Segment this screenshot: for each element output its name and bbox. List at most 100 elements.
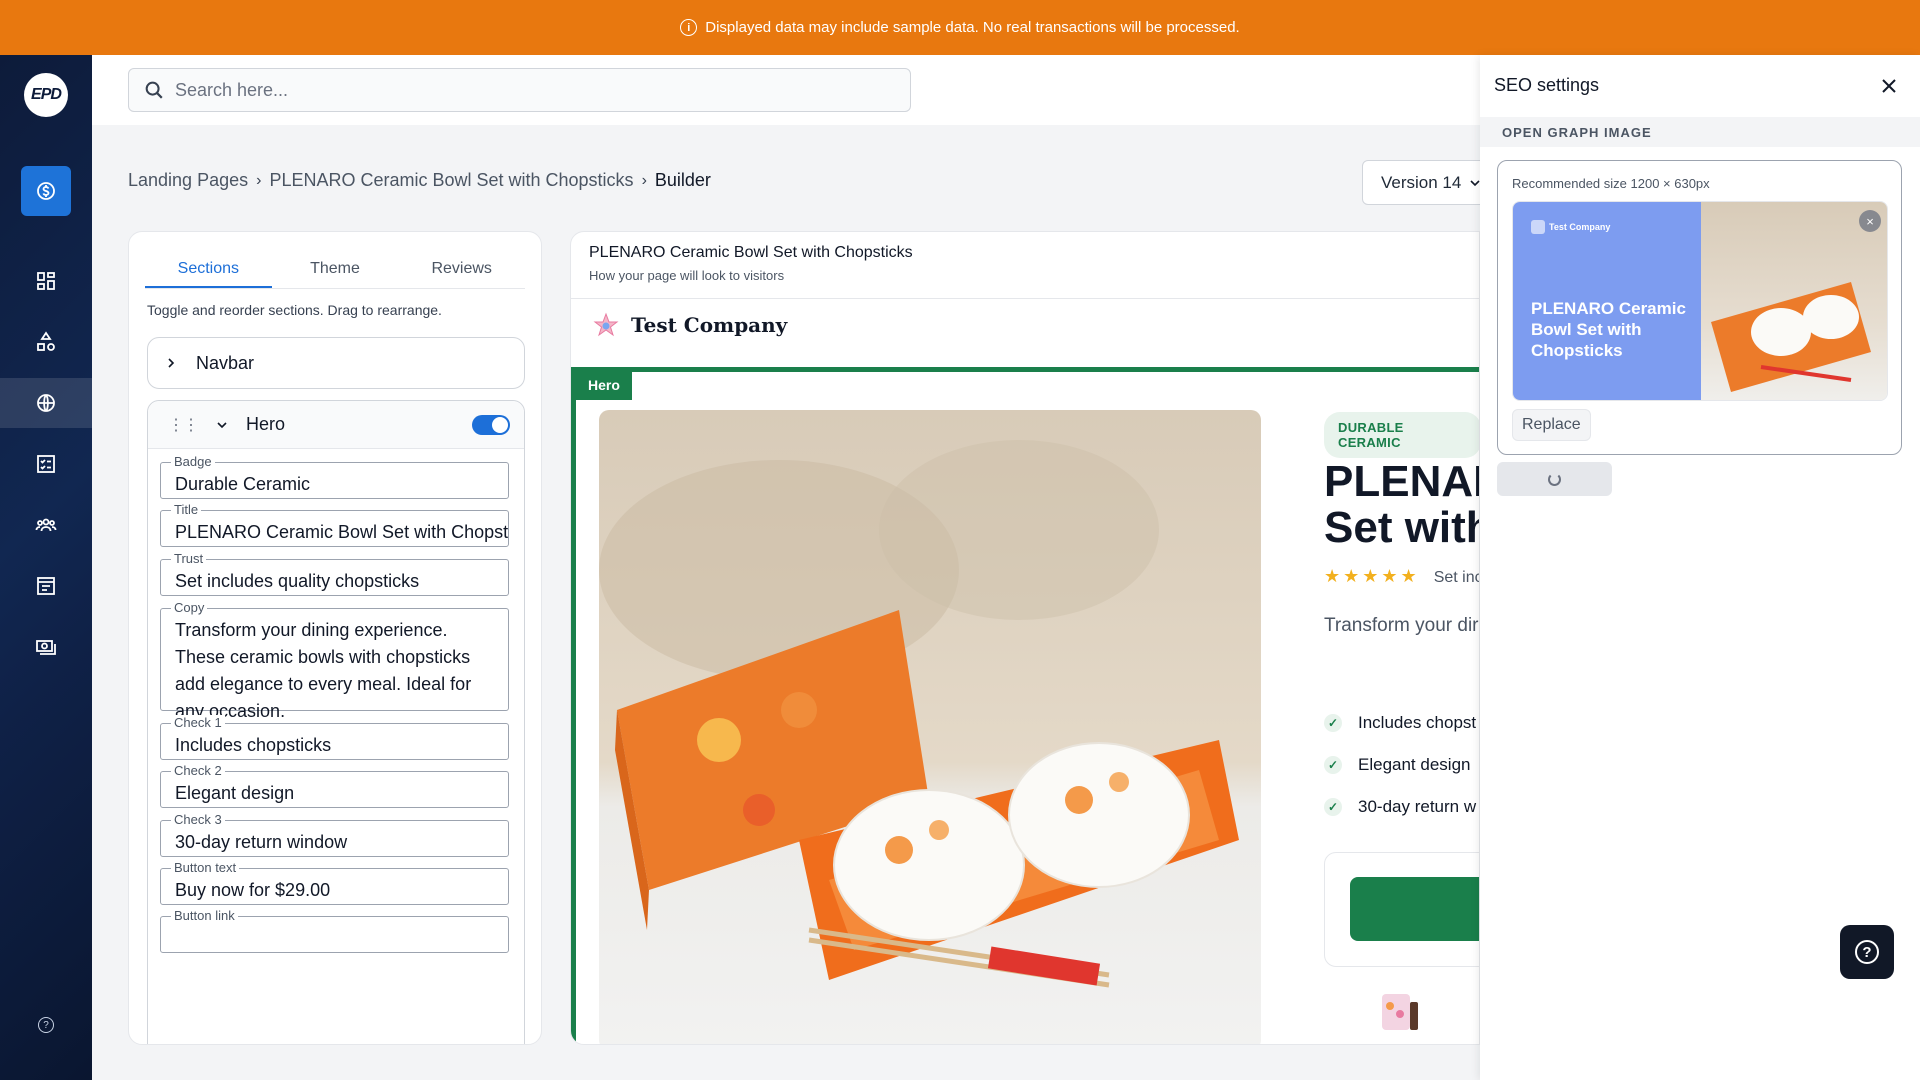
remove-image-icon[interactable]: × bbox=[1859, 210, 1881, 232]
check3-field[interactable]: Check 3 30-day return window bbox=[160, 812, 509, 857]
check-list: ✓ Includes chopst ✓ Elegant design ✓ 30-day… bbox=[1324, 702, 1476, 828]
dollar-icon[interactable] bbox=[21, 166, 71, 216]
og-title: PLENARO Ceramic Bowl Set with Chopsticks bbox=[1531, 299, 1686, 360]
chevron-down-icon[interactable] bbox=[216, 420, 228, 430]
og-size-hint: Recommended size 1200 × 630px bbox=[1512, 176, 1710, 191]
chevron-right-icon: › bbox=[641, 171, 647, 189]
title-field[interactable]: Title PLENARO Ceramic Bowl Set with Chop… bbox=[160, 502, 509, 547]
breadcrumb-page[interactable]: PLENARO Ceramic Bowl Set with Chopsticks bbox=[269, 170, 633, 191]
field-label: Title bbox=[171, 502, 202, 517]
dashboard-icon[interactable] bbox=[21, 256, 71, 306]
trust-field[interactable]: Trust Set includes quality chopsticks bbox=[160, 551, 509, 596]
field-value[interactable]: PLENARO Ceramic Bowl Set with Chopsticks bbox=[161, 511, 508, 543]
hero-heading-line: Set with bbox=[1324, 503, 1480, 552]
breadcrumb: Landing Pages › PLENARO Ceramic Bowl Set… bbox=[128, 170, 711, 191]
brand-name: Test Company bbox=[631, 313, 788, 337]
badge-pill: DURABLE CERAMIC bbox=[1324, 412, 1479, 458]
drag-handle-icon[interactable]: ⋮⋮ bbox=[168, 415, 199, 435]
field-value[interactable]: Transform your dining experience. These … bbox=[161, 609, 508, 725]
app-logo[interactable]: EPD bbox=[24, 73, 68, 117]
search-icon bbox=[145, 81, 163, 99]
check-icon: ✓ bbox=[1324, 714, 1342, 732]
sections-editor-panel: Sections Theme Reviews Toggle and reorde… bbox=[128, 231, 542, 1045]
product-thumbnail[interactable] bbox=[1376, 984, 1428, 1036]
check-item: ✓ Includes chopst bbox=[1324, 702, 1476, 744]
field-label: Check 3 bbox=[171, 812, 225, 827]
preview-title: PLENARO Ceramic Bowl Set with Chopsticks bbox=[589, 244, 913, 261]
hero-heading: PLENAR Set with bbox=[1324, 457, 1480, 552]
spinner-icon bbox=[1548, 472, 1561, 486]
help-circle-icon[interactable]: ? bbox=[38, 1017, 54, 1033]
og-image-photo: × bbox=[1701, 202, 1887, 400]
button-text-field[interactable]: Button text Buy now for $29.00 bbox=[160, 860, 509, 905]
check-icon: ✓ bbox=[1324, 756, 1342, 774]
help-button[interactable]: ? bbox=[1840, 925, 1894, 979]
tab-theme[interactable]: Theme bbox=[272, 248, 399, 288]
close-icon[interactable] bbox=[1874, 71, 1904, 101]
product-image bbox=[599, 410, 1261, 1044]
drawer-title: SEO settings bbox=[1494, 75, 1600, 95]
version-select[interactable]: Version 14 bbox=[1362, 160, 1492, 205]
search-box[interactable] bbox=[128, 68, 911, 112]
trust-text: Set incl bbox=[1433, 569, 1479, 586]
page-preview-panel: PLENARO Ceramic Bowl Set with Chopsticks… bbox=[570, 231, 1480, 1045]
og-section-header: OPEN GRAPH IMAGE bbox=[1480, 117, 1920, 147]
sample-data-banner: i Displayed data may include sample data… bbox=[0, 0, 1920, 55]
button-link-field[interactable]: Button link bbox=[160, 908, 509, 953]
check-item: ✓ Elegant design bbox=[1324, 744, 1476, 786]
badge-field[interactable]: Badge Durable Ceramic bbox=[160, 454, 509, 499]
field-label: Badge bbox=[171, 454, 215, 469]
check-text: 30-day return w bbox=[1358, 797, 1477, 816]
editor-hint: Toggle and reorder sections. Drag to rea… bbox=[147, 302, 442, 318]
section-tag: Hero bbox=[576, 372, 632, 400]
shapes-icon[interactable] bbox=[21, 317, 71, 367]
breadcrumb-builder: Builder bbox=[654, 170, 711, 190]
buy-box bbox=[1324, 852, 1479, 967]
chevron-right-icon: › bbox=[256, 171, 262, 189]
hero-section-header[interactable]: ⋮⋮ Hero bbox=[148, 401, 524, 449]
hero-heading-line: PLENAR bbox=[1324, 457, 1479, 506]
navbar-section-card[interactable]: Navbar bbox=[147, 337, 525, 389]
left-nav-rail: EPD ? bbox=[0, 55, 92, 1080]
editor-tabs: Sections Theme Reviews bbox=[145, 248, 525, 289]
help-icon: ? bbox=[1855, 940, 1879, 964]
hero-copy: Transform your dir chopsticks add ele bbox=[1324, 615, 1479, 636]
document-icon[interactable] bbox=[21, 561, 71, 611]
copy-field[interactable]: Copy Transform your dining experience. T… bbox=[160, 600, 509, 721]
hero-visibility-toggle[interactable] bbox=[472, 415, 510, 435]
check-item: ✓ 30-day return w bbox=[1324, 786, 1476, 828]
checklist-icon[interactable] bbox=[21, 439, 71, 489]
field-label: Button text bbox=[171, 860, 240, 875]
globe-icon[interactable] bbox=[0, 378, 92, 428]
og-logo-icon bbox=[1531, 220, 1545, 234]
top-bar bbox=[92, 55, 1480, 125]
og-company-name: Test Company bbox=[1549, 222, 1611, 232]
info-icon: i bbox=[680, 19, 698, 36]
preview-subtitle: How your page will look to visitors bbox=[589, 268, 785, 283]
version-label: Version 14 bbox=[1381, 172, 1462, 192]
hero-section-card: ⋮⋮ Hero Badge Durable Ceramic Title PLEN… bbox=[147, 400, 525, 1044]
check2-field[interactable]: Check 2 Elegant design bbox=[160, 763, 509, 808]
preview-brand: Test Company bbox=[593, 312, 787, 338]
replace-button[interactable]: Replace bbox=[1512, 409, 1591, 441]
tab-reviews[interactable]: Reviews bbox=[398, 248, 525, 288]
loading-button[interactable] bbox=[1497, 462, 1612, 496]
check-icon: ✓ bbox=[1324, 798, 1342, 816]
buy-button[interactable] bbox=[1350, 877, 1479, 941]
hero-label: Hero bbox=[246, 414, 286, 434]
check-text: Includes chopst bbox=[1358, 713, 1477, 732]
users-icon[interactable] bbox=[21, 500, 71, 550]
check1-field[interactable]: Check 1 Includes chopsticks bbox=[160, 715, 509, 760]
preview-header: PLENARO Ceramic Bowl Set with Chopsticks… bbox=[571, 232, 1479, 299]
hero-section-frame[interactable]: Hero DURABLE CERAMIC PLENA Set with ★★★★… bbox=[571, 367, 1480, 1044]
cash-icon[interactable] bbox=[21, 622, 71, 672]
breadcrumb-landing-pages[interactable]: Landing Pages bbox=[128, 170, 248, 191]
field-label: Check 1 bbox=[171, 715, 225, 730]
og-image-preview: Test Company PLENARO Ceramic Bowl Set wi… bbox=[1512, 201, 1888, 401]
tab-sections[interactable]: Sections bbox=[145, 248, 272, 288]
rating-stars: ★★★★★ Set incl bbox=[1324, 566, 1479, 587]
chevron-right-icon[interactable] bbox=[166, 357, 176, 369]
field-value[interactable]: Set includes quality chopsticks bbox=[161, 560, 508, 592]
banner-text: Displayed data may include sample data. … bbox=[705, 19, 1240, 36]
search-input[interactable] bbox=[175, 79, 875, 101]
